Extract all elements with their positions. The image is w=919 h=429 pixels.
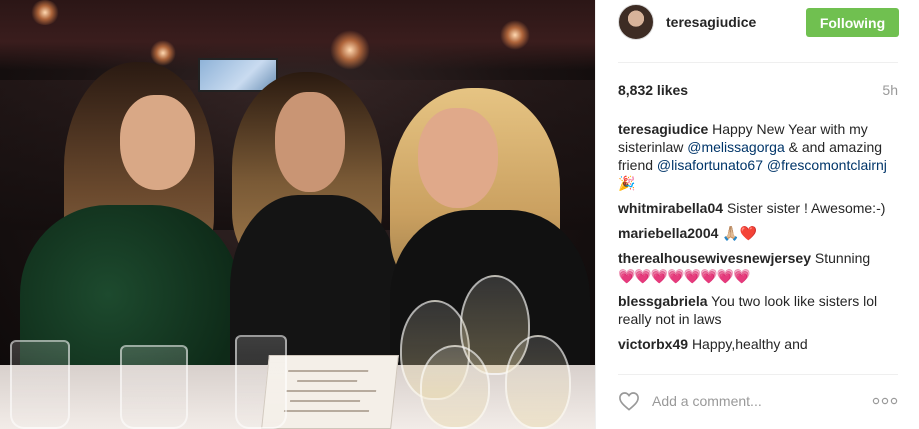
comment-username[interactable]: mariebella2004 [618,225,718,241]
party-emoji: 🎉 [618,175,636,191]
post-username[interactable]: teresagiudice [666,14,756,30]
add-comment-bar [618,389,898,413]
ceiling-light [30,0,60,25]
caption: teresagiudice Happy New Year with my sis… [618,120,898,192]
post-time[interactable]: 5h [882,82,898,98]
comments-list[interactable]: teresagiudice Happy New Year with my sis… [618,120,898,370]
avatar[interactable] [618,4,654,40]
more-options-icon[interactable] [872,394,898,408]
divider [618,62,898,63]
ceiling-light [330,30,370,70]
ceiling-light [150,40,176,66]
comment-text: Happy,healthy and [691,336,808,352]
instagram-post: teresagiudice Following 8,832 likes 5h t… [0,0,919,429]
hearts-emoji: 💗💗💗💗💗💗💗💗 [618,268,750,284]
wine-glass [505,335,571,429]
caption-username[interactable]: teresagiudice [618,121,708,137]
comment-input[interactable] [652,393,852,409]
comment-text: Sister sister ! Awesome:-) [726,200,886,216]
list-item: whitmirabella04 Sister sister ! Awesome:… [618,199,898,217]
mention-link[interactable]: @lisafortunato67 [657,157,763,173]
comment-username[interactable]: therealhousewivesnewjersey [618,250,811,266]
list-item: mariebella2004 🙏🏼❤️ [618,224,898,242]
list-item: therealhousewivesnewjersey Stunning 💗💗💗💗… [618,249,898,285]
list-item: victorbx49 Happy,healthy and [618,335,898,353]
comment-username[interactable]: blessgabriela [618,293,708,309]
following-button[interactable]: Following [806,8,899,37]
water-glass [235,335,287,429]
post-side-panel: teresagiudice Following 8,832 likes 5h t… [595,0,919,429]
mention-link[interactable]: @frescomontclairnj [767,157,887,173]
water-glass [10,340,70,429]
likes-count[interactable]: 8,832 likes [618,82,688,98]
post-photo[interactable] [0,0,595,429]
divider [618,374,898,375]
comment-username[interactable]: whitmirabella04 [618,200,723,216]
heart-outline-icon[interactable] [618,390,640,412]
comment-text: Stunning [814,250,871,266]
list-item: blessgabriela You two look like sisters … [618,292,898,328]
water-glass [120,345,188,429]
comment-emoji: 🙏🏼❤️ [722,225,758,241]
comment-username[interactable]: victorbx49 [618,336,688,352]
mention-link[interactable]: @melissagorga [687,139,784,155]
ceiling-light [500,20,530,50]
post-header: teresagiudice Following [596,0,919,45]
wine-glass [420,345,490,429]
